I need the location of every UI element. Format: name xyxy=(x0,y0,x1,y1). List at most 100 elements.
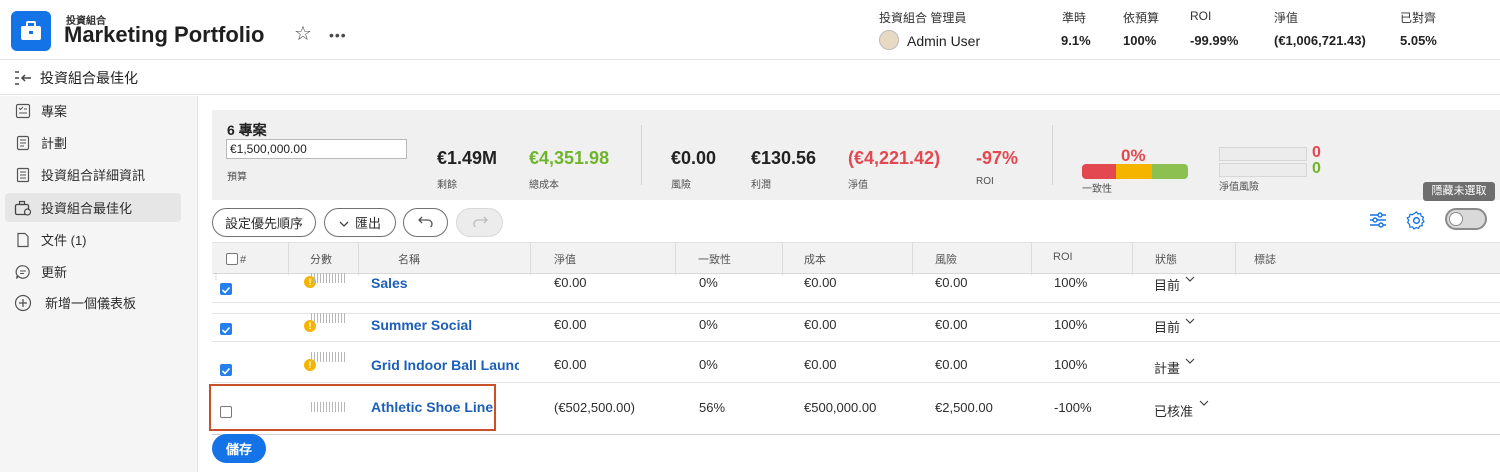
column-header-cost[interactable]: 成本 xyxy=(804,251,826,267)
cost-cell: €0.00 xyxy=(804,357,837,372)
score-meter xyxy=(311,352,347,362)
alignment-cell: 0% xyxy=(699,357,718,372)
sidebar-item-documents[interactable]: 文件 (1) xyxy=(5,225,181,254)
column-header-status[interactable]: 狀態 xyxy=(1155,251,1177,267)
cost-cell: €0.00 xyxy=(804,317,837,332)
risk-cell: €2,500.00 xyxy=(935,400,993,415)
project-count: 6 專案 xyxy=(227,122,267,138)
undo-icon xyxy=(417,215,434,230)
sidebar-item-label: 文件 (1) xyxy=(41,233,87,248)
save-button[interactable]: 儲存 xyxy=(212,434,266,463)
hide-unselected-tooltip: 隱藏未選取 xyxy=(1423,182,1495,201)
column-divider xyxy=(675,243,676,275)
project-name-link[interactable]: Summer Social xyxy=(371,317,519,333)
sidebar-item-label: 新增一個儀表板 xyxy=(45,296,137,311)
avatar[interactable] xyxy=(879,30,899,50)
sidebar-item-label: 專案 xyxy=(41,104,68,119)
column-header-score[interactable]: 分數 xyxy=(310,251,332,267)
column-header-alignment[interactable]: 一致性 xyxy=(698,251,731,267)
cost-cell: €0.00 xyxy=(804,275,837,290)
sidebar-item-projects[interactable]: 專案 xyxy=(5,96,181,125)
cost-cell: €500,000.00 xyxy=(804,400,877,415)
set-priority-button[interactable]: 設定優先順序 xyxy=(212,208,316,237)
column-header-num: # xyxy=(240,254,247,266)
row-checkbox[interactable] xyxy=(220,323,232,335)
column-settings-icon[interactable] xyxy=(1368,210,1388,235)
chevron-down-icon xyxy=(339,215,349,230)
document-icon xyxy=(14,231,32,249)
roi-cell: 100% xyxy=(1054,317,1088,332)
plans-icon xyxy=(14,134,32,152)
sidebar-item-label: 投資組合最佳化 xyxy=(41,201,133,216)
sidebar-item-details[interactable]: 投資組合詳細資訊 xyxy=(5,160,181,189)
metric-label: 已對齊 xyxy=(1400,11,1437,25)
chevron-down-icon[interactable] xyxy=(1185,355,1195,367)
budget-label: 預算 xyxy=(227,172,247,183)
sidebar-item-plans[interactable]: 計劃 xyxy=(5,128,181,157)
portfolio-header: 投資組合 Marketing Portfolio ☆ ••• 投資組合 管理員 … xyxy=(0,0,1500,60)
row-checkbox[interactable] xyxy=(220,364,232,376)
project-name-link[interactable]: Grid Indoor Ball Launch xyxy=(371,357,519,373)
status-dropdown[interactable]: 目前 xyxy=(1154,317,1180,336)
column-divider xyxy=(358,243,359,275)
table-row[interactable]: ! Summer Social €0.00 0% €0.00 €0.00 100… xyxy=(212,302,1500,342)
more-icon[interactable]: ••• xyxy=(329,27,347,43)
column-header-risk[interactable]: 風險 xyxy=(935,251,957,267)
risk-cell: €0.00 xyxy=(935,317,968,332)
owner-label: 投資組合 管理員 xyxy=(879,11,967,25)
star-icon[interactable]: ☆ xyxy=(294,24,312,44)
column-header-net-value[interactable]: 淨值 xyxy=(554,251,576,267)
sidebar: 專案 計劃 投資組合詳細資訊 投資組合最佳化 文件 (1) 更新 新增一個儀表板 xyxy=(0,96,198,472)
metric-value: 9.1% xyxy=(1061,33,1091,48)
metric-value: -99.99% xyxy=(1190,33,1239,48)
status-dropdown[interactable]: 目前 xyxy=(1154,275,1180,294)
alignment-cell: 0% xyxy=(699,275,718,290)
sidebar-item-optimizer[interactable]: 投資組合最佳化 xyxy=(5,193,181,222)
status-dropdown[interactable]: 計畫 xyxy=(1154,358,1180,377)
chevron-down-icon[interactable] xyxy=(1185,315,1195,327)
undo-button[interactable] xyxy=(403,208,448,237)
page-title: Marketing Portfolio xyxy=(64,22,265,47)
net-risk-label: 淨值風險 xyxy=(1219,182,1259,193)
gear-icon[interactable] xyxy=(1406,210,1427,236)
alignment-label: 一致性 xyxy=(1082,184,1112,195)
status-dropdown[interactable]: 已核准 xyxy=(1154,401,1193,420)
project-name-link[interactable]: Sales xyxy=(371,275,519,291)
column-divider xyxy=(782,243,783,275)
net-risk-bottom-value: 0 xyxy=(1312,160,1321,177)
risk-cell: €0.00 xyxy=(935,275,968,290)
drag-handle-icon[interactable]: ⋮ xyxy=(212,273,220,281)
roi-cell: -100% xyxy=(1054,400,1092,415)
column-header-flag[interactable]: 標誌 xyxy=(1254,251,1276,267)
owner-name[interactable]: Admin User xyxy=(907,33,980,49)
net-risk-bar-top xyxy=(1219,147,1307,161)
alignment-cell: 0% xyxy=(699,317,718,332)
summary-divider xyxy=(1052,125,1053,185)
alignment-gauge xyxy=(1082,164,1188,179)
export-button[interactable]: 匯出 xyxy=(324,208,396,237)
row-checkbox[interactable] xyxy=(220,283,232,295)
sidebar-item-add-dashboard[interactable]: 新增一個儀表板 xyxy=(5,288,181,317)
sidebar-item-label: 計劃 xyxy=(41,136,68,151)
select-all-checkbox[interactable] xyxy=(226,253,238,265)
collapse-panel-icon[interactable] xyxy=(14,70,32,91)
optimizer-title: 投資組合最佳化 xyxy=(40,70,138,86)
column-divider xyxy=(530,243,531,275)
budget-input[interactable]: €1,500,000.00 xyxy=(226,139,407,159)
chevron-down-icon[interactable] xyxy=(1199,397,1209,409)
hide-unselected-toggle[interactable] xyxy=(1445,208,1487,230)
total-cost-label: 總成本 xyxy=(529,180,559,191)
table-row[interactable]: ! Grid Indoor Ball Launch €0.00 0% €0.00… xyxy=(212,342,1500,383)
redo-button[interactable] xyxy=(456,208,503,237)
column-header-roi[interactable]: ROI xyxy=(1053,251,1073,263)
column-header-name[interactable]: 名稱 xyxy=(398,251,420,267)
profit-value: €130.56 xyxy=(751,148,817,168)
updates-icon xyxy=(14,263,32,281)
remaining-label: 剩餘 xyxy=(437,180,457,191)
chevron-down-icon[interactable] xyxy=(1185,273,1195,285)
profit-label: 利潤 xyxy=(751,180,771,191)
sidebar-item-updates[interactable]: 更新 xyxy=(5,257,181,286)
remaining-value: €1.49M xyxy=(437,148,498,168)
metric-value: 5.05% xyxy=(1400,33,1437,48)
sidebar-item-label: 投資組合詳細資訊 xyxy=(41,168,146,183)
